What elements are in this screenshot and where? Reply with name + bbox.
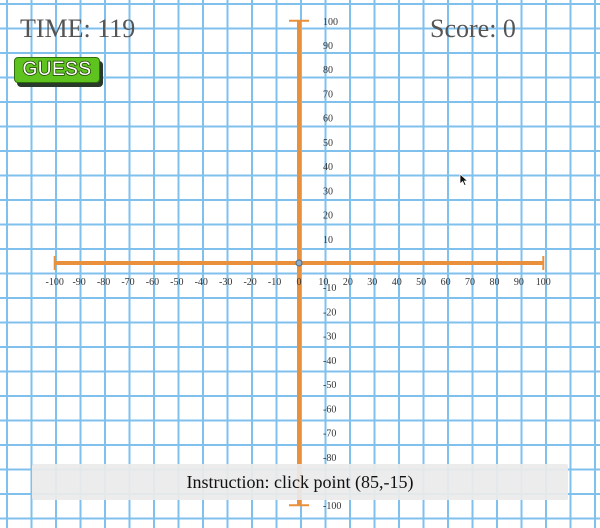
- y-tick-label: -60: [323, 404, 336, 415]
- y-tick-label: -30: [323, 332, 336, 343]
- y-tick-label: 20: [323, 211, 333, 222]
- y-tick-label: -80: [323, 453, 336, 464]
- origin-point-marker: [295, 259, 303, 267]
- x-tick-label: -100: [46, 277, 64, 288]
- y-tick-label: 100: [323, 17, 338, 28]
- y-tick-label: -50: [323, 380, 336, 391]
- y-tick-label: -20: [323, 307, 336, 318]
- x-tick-label: 30: [367, 277, 377, 288]
- x-tick-label: -10: [268, 277, 281, 288]
- guess-button[interactable]: GUESS: [14, 57, 100, 83]
- x-tick-label: -60: [146, 277, 159, 288]
- x-axis-tick-labels: -100 -90 -80 -70 -60 -50 -40 -30 -20 -10 0 10 20 30 40…: [46, 277, 551, 288]
- y-tick-label: -40: [323, 356, 336, 367]
- x-tick-label: 100: [536, 277, 551, 288]
- x-tick-label: 0: [297, 277, 302, 288]
- x-tick-label: -70: [121, 277, 134, 288]
- y-tick-label: 80: [323, 65, 333, 76]
- x-tick-label: 80: [489, 277, 499, 288]
- instruction-text: Instruction: click point (85,-15): [186, 472, 414, 492]
- x-tick-label: 90: [514, 277, 524, 288]
- y-tick-label: 70: [323, 89, 333, 100]
- instruction-banner: Instruction: click point (85,-15): [32, 464, 568, 500]
- time-display: TIME: 119: [20, 14, 136, 43]
- y-tick-label: 10: [323, 235, 333, 246]
- y-tick-label: -100: [323, 501, 341, 512]
- x-tick-label: -40: [195, 277, 208, 288]
- y-tick-label: 90: [323, 41, 333, 52]
- y-tick-label: 60: [323, 114, 333, 125]
- x-tick-label: -90: [72, 277, 85, 288]
- x-tick-label: 50: [416, 277, 426, 288]
- y-tick-label: 30: [323, 186, 333, 197]
- x-tick-label: 40: [392, 277, 402, 288]
- x-tick-label: -50: [170, 277, 183, 288]
- y-tick-label: 50: [323, 138, 333, 149]
- y-tick-label: -10: [323, 283, 336, 294]
- y-tick-label: 40: [323, 162, 333, 173]
- y-tick-label: -70: [323, 429, 336, 440]
- x-tick-label: -20: [243, 277, 256, 288]
- x-tick-label: -30: [219, 277, 232, 288]
- x-tick-label: 70: [465, 277, 475, 288]
- x-tick-label: -80: [97, 277, 110, 288]
- mouse-pointer-icon: [459, 173, 469, 187]
- x-tick-label: 60: [441, 277, 451, 288]
- x-tick-label: 20: [343, 277, 353, 288]
- plotted-points: [295, 259, 303, 267]
- score-display: Score: 0: [430, 14, 516, 43]
